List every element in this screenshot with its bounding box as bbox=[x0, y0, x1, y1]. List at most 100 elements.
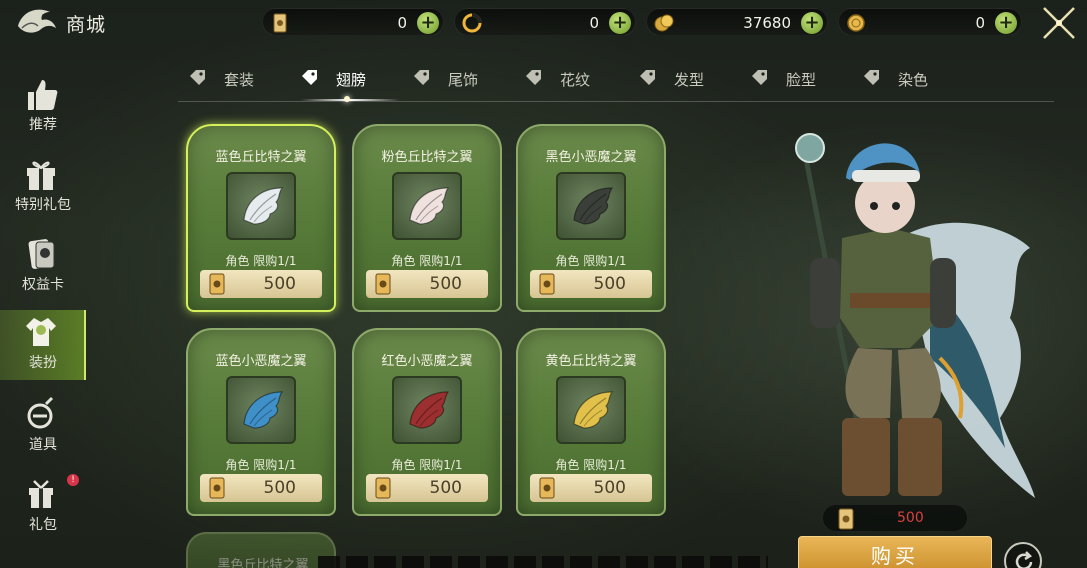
thumbs-up-icon bbox=[28, 80, 58, 110]
currency-value: 0 bbox=[975, 14, 985, 32]
product-card[interactable]: 蓝色小恶魔之翼 角色 限购1/1 500 bbox=[186, 328, 336, 516]
swirl-coin-icon bbox=[462, 13, 482, 33]
price-bar: 500 bbox=[200, 474, 322, 502]
buy-button[interactable]: 购买 bbox=[798, 536, 992, 568]
product-name: 蓝色小恶魔之翼 bbox=[215, 354, 307, 369]
product-card[interactable]: 粉色丘比特之翼 角色 限购1/1 500 bbox=[352, 124, 502, 312]
item-slot bbox=[556, 172, 626, 240]
gold-coin-icon bbox=[847, 14, 865, 32]
purchase-limit: 角色 限购1/1 bbox=[391, 254, 463, 268]
purchase-limit: 角色 限购1/1 bbox=[225, 458, 297, 472]
price-bar: 500 bbox=[530, 474, 652, 502]
tab-label: 花纹 bbox=[560, 71, 591, 89]
add-ticket-button[interactable]: + bbox=[417, 12, 439, 34]
active-tab-underline bbox=[300, 99, 400, 101]
price-value: 500 bbox=[897, 510, 924, 526]
sidebar-item-privilege-card[interactable]: 权益卡 bbox=[0, 232, 86, 302]
price-bar: 500 bbox=[200, 270, 322, 298]
close-icon[interactable] bbox=[1040, 4, 1078, 42]
product-name: 黄色丘比特之翼 bbox=[545, 354, 637, 369]
tag-icon bbox=[190, 70, 205, 85]
outfit-icon bbox=[26, 318, 56, 346]
add-swirl-button[interactable]: + bbox=[609, 12, 631, 34]
gold-coin-stack-icon bbox=[654, 14, 674, 32]
product-card[interactable]: 黄色丘比特之翼 角色 限购1/1 500 bbox=[516, 328, 666, 516]
price-bar: 500 bbox=[366, 270, 488, 298]
sidebar-item-items[interactable]: 道具 bbox=[0, 392, 86, 462]
gift-box-icon bbox=[27, 161, 55, 190]
purchase-limit: 角色 限购1/1 bbox=[225, 254, 297, 268]
sidebar-item-special-pack[interactable]: 特别礼包 bbox=[0, 152, 86, 222]
tab-label: 尾饰 bbox=[448, 71, 479, 89]
privilege-card-icon bbox=[28, 239, 55, 269]
potion-icon bbox=[27, 396, 54, 429]
wing-icon bbox=[573, 391, 614, 429]
card-ticket-icon bbox=[209, 477, 225, 499]
refresh-icon bbox=[1015, 551, 1033, 568]
notification-badge: ! bbox=[67, 474, 79, 486]
item-slot bbox=[226, 376, 296, 444]
tab-face[interactable]: 脸型 bbox=[750, 66, 840, 92]
selected-price: 500 bbox=[822, 504, 968, 532]
product-name: 蓝色丘比特之翼 bbox=[215, 150, 307, 165]
add-gold-button[interactable]: + bbox=[801, 12, 823, 34]
tag-icon bbox=[752, 70, 767, 85]
character-preview bbox=[795, 133, 1035, 498]
wing-icon bbox=[409, 187, 450, 225]
price-value: 500 bbox=[429, 274, 462, 294]
sidebar-item-label: 权益卡 bbox=[22, 277, 64, 293]
price-bar: 500 bbox=[530, 270, 652, 298]
category-tabs: 套装 翅膀 尾饰 花纹 发型 脸型 染色 bbox=[178, 60, 1054, 102]
refresh-button[interactable] bbox=[1004, 542, 1042, 568]
product-card[interactable]: 蓝色丘比特之翼 角色 限购1/1 500 bbox=[186, 124, 336, 312]
page-title: 商城 bbox=[66, 14, 107, 36]
tab-hairstyle[interactable]: 发型 bbox=[638, 66, 728, 92]
price-value: 500 bbox=[263, 274, 296, 294]
card-ticket-icon bbox=[375, 477, 391, 499]
price-value: 500 bbox=[263, 478, 296, 498]
tab-tail[interactable]: 尾饰 bbox=[412, 66, 502, 92]
wing-icon bbox=[243, 391, 284, 429]
product-name: 黑色丘比特之翼 bbox=[217, 558, 309, 568]
tab-label: 染色 bbox=[898, 71, 929, 89]
product-card[interactable]: 黑色小恶魔之翼 角色 限购1/1 500 bbox=[516, 124, 666, 312]
sidebar-item-outfit[interactable]: 装扮 bbox=[0, 310, 86, 380]
currency-swirl: 0 + bbox=[454, 8, 636, 36]
sidebar-item-label: 装扮 bbox=[29, 355, 57, 371]
item-slot bbox=[226, 172, 296, 240]
card-ticket-icon bbox=[273, 13, 287, 33]
item-slot bbox=[392, 172, 462, 240]
sidebar-item-label: 推荐 bbox=[29, 117, 57, 133]
product-name: 粉色丘比特之翼 bbox=[381, 150, 473, 165]
sidebar-item-recommend[interactable]: 推荐 bbox=[0, 72, 86, 142]
card-ticket-icon bbox=[838, 508, 854, 530]
tab-wings[interactable]: 翅膀 bbox=[300, 66, 390, 92]
price-value: 500 bbox=[429, 478, 462, 498]
tab-dye[interactable]: 染色 bbox=[862, 66, 952, 92]
product-card-partial[interactable]: 黑色丘比特之翼 bbox=[186, 532, 336, 568]
price-bar: 500 bbox=[366, 474, 488, 502]
currency-gold-stack: 37680 + bbox=[646, 8, 828, 36]
tab-label: 套装 bbox=[224, 71, 255, 89]
card-ticket-icon bbox=[539, 477, 555, 499]
add-coin-button[interactable]: + bbox=[995, 12, 1017, 34]
price-value: 500 bbox=[593, 274, 626, 294]
wing-icon bbox=[573, 187, 614, 225]
purchase-limit: 角色 限购1/1 bbox=[391, 458, 463, 472]
card-ticket-icon bbox=[209, 273, 225, 295]
wing-icon bbox=[243, 187, 284, 225]
product-name: 红色小恶魔之翼 bbox=[381, 354, 473, 369]
tag-icon bbox=[302, 70, 317, 85]
tab-label: 翅膀 bbox=[336, 71, 367, 89]
currency-value: 0 bbox=[589, 14, 599, 32]
card-ticket-icon bbox=[539, 273, 555, 295]
tab-suit[interactable]: 套装 bbox=[188, 66, 278, 92]
tag-icon bbox=[640, 70, 655, 85]
tab-pattern[interactable]: 花纹 bbox=[524, 66, 614, 92]
card-ticket-icon bbox=[375, 273, 391, 295]
tab-label: 发型 bbox=[674, 71, 705, 89]
wing-icon bbox=[409, 391, 450, 429]
gift-icon bbox=[29, 480, 53, 508]
sidebar-item-label: 礼包 bbox=[29, 517, 57, 533]
product-card[interactable]: 红色小恶魔之翼 角色 限购1/1 500 bbox=[352, 328, 502, 516]
